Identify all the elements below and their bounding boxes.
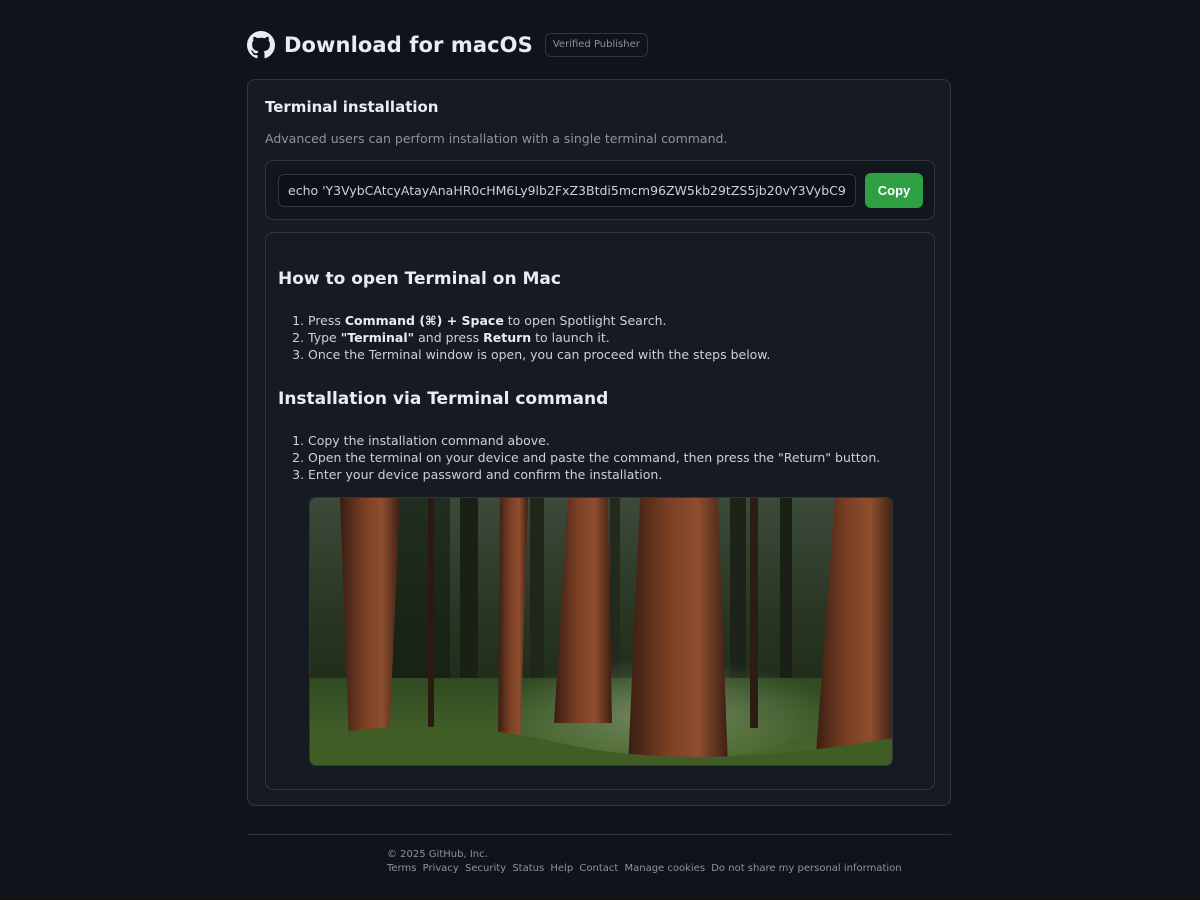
footer-link-security[interactable]: Security [465, 863, 506, 874]
forest-illustration [310, 498, 892, 765]
list-item: Type "Terminal" and press Return to laun… [308, 329, 770, 346]
terminal-installation-card: Terminal installation Advanced users can… [247, 79, 951, 806]
card-title: Terminal installation [265, 98, 439, 116]
footer-link-status[interactable]: Status [512, 863, 544, 874]
footer-divider [247, 834, 951, 835]
command-box: Copy [265, 160, 935, 220]
page: Download for macOS Verified Publisher Te… [0, 0, 1200, 900]
open-terminal-heading: How to open Terminal on Mac [278, 269, 561, 289]
footer-link-manage-cookies[interactable]: Manage cookies [624, 863, 705, 874]
page-header: Download for macOS Verified Publisher [247, 30, 648, 60]
installation-steps: Copy the installation command above. Ope… [296, 432, 880, 484]
verified-publisher-badge: Verified Publisher [544, 33, 648, 57]
instructions-panel: How to open Terminal on Mac Press Comman… [265, 232, 935, 790]
open-terminal-steps: Press Command (⌘) + Space to open Spotli… [296, 312, 770, 364]
github-logo-icon [247, 31, 275, 59]
footer-link-do-not-share[interactable]: Do not share my personal information [711, 863, 901, 874]
page-title: Download for macOS [284, 33, 533, 57]
list-item: Enter your device password and confirm t… [308, 466, 880, 483]
installation-heading: Installation via Terminal command [278, 389, 609, 409]
card-description: Advanced users can perform installation … [265, 131, 728, 146]
copy-button[interactable]: Copy [865, 173, 923, 208]
footer: © 2025 GitHub, Inc. Terms Privacy Securi… [387, 848, 905, 876]
list-item: Once the Terminal window is open, you ca… [308, 346, 770, 363]
footer-links: Terms Privacy Security Status Help Conta… [387, 862, 905, 876]
list-item: Open the terminal on your device and pas… [308, 449, 880, 466]
footer-link-contact[interactable]: Contact [579, 863, 618, 874]
footer-link-help[interactable]: Help [550, 863, 573, 874]
footer-copyright: © 2025 GitHub, Inc. [387, 849, 488, 860]
list-item: Copy the installation command above. [308, 432, 880, 449]
footer-link-privacy[interactable]: Privacy [423, 863, 459, 874]
footer-link-terms[interactable]: Terms [387, 863, 416, 874]
command-input[interactable] [278, 174, 856, 207]
forest-image [309, 497, 893, 766]
list-item: Press Command (⌘) + Space to open Spotli… [308, 312, 770, 329]
